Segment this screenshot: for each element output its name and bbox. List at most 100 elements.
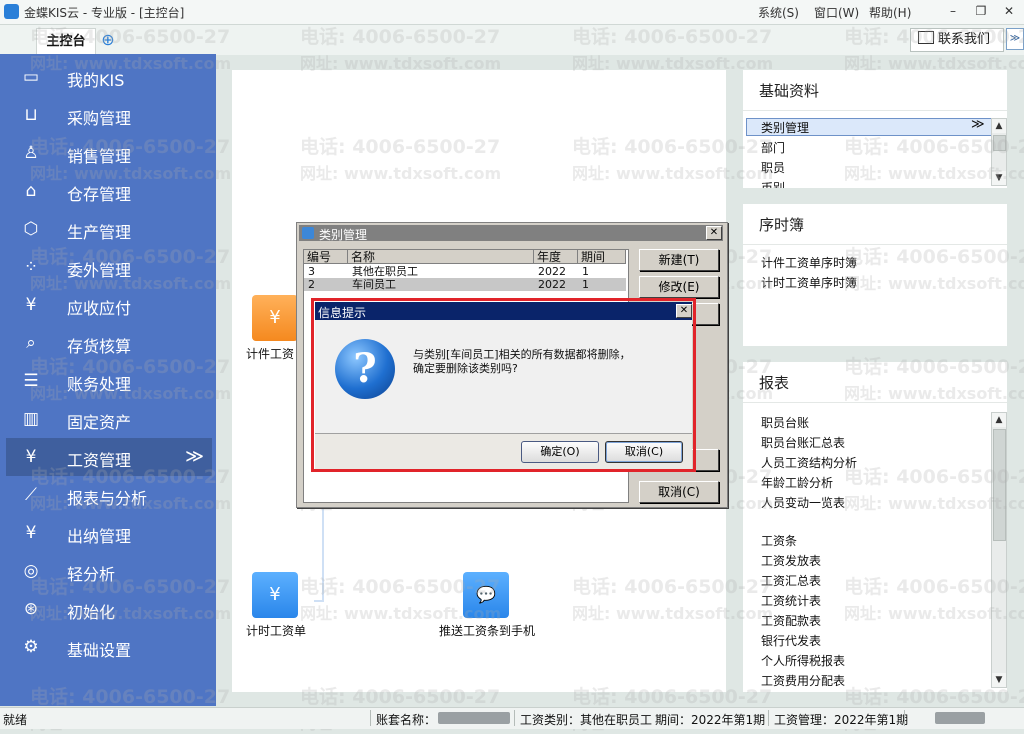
scroll-thumb[interactable] <box>993 135 1006 151</box>
order-item-piece[interactable]: 计件工资单序时簿 <box>761 254 857 271</box>
basic-item-staff[interactable]: 职员 <box>761 159 785 176</box>
sidebar-item-label: 报表与分析 <box>67 489 148 508</box>
sidebar-item[interactable]: ¥ 出纳管理 <box>6 514 212 552</box>
report-item[interactable]: 工资发放表 <box>761 552 821 569</box>
sidebar-item[interactable]: ¥ 应收应付 <box>6 286 212 324</box>
menu-window[interactable]: 窗口(W) <box>814 4 859 21</box>
minimize-button[interactable]: – <box>944 3 962 19</box>
flow-connector <box>314 600 324 602</box>
report-item[interactable]: 职员台账 <box>761 414 809 431</box>
sidebar-item-label: 存货核算 <box>67 337 132 356</box>
status-separator <box>514 710 515 726</box>
panel-divider <box>743 244 1007 245</box>
sidebar-item[interactable]: ⊔ 采购管理 <box>6 96 212 134</box>
sidebar-item-label: 委外管理 <box>67 261 132 280</box>
sidebar-item[interactable]: ⁘ 委外管理 <box>6 248 212 286</box>
edit-button[interactable]: 修改(E) <box>639 276 719 298</box>
sidebar-item-label: 出纳管理 <box>67 527 132 546</box>
sidebar-item[interactable]: ¥ 工资管理 ≫ <box>6 438 212 476</box>
settings-gear-icon: ⚙ <box>23 637 39 657</box>
sidebar-item[interactable]: ▥ 固定资产 <box>6 400 212 438</box>
salary-icon: ¥ <box>25 447 37 467</box>
contact-us-button[interactable]: 联系我们 <box>910 28 1004 52</box>
push-mobile-icon[interactable]: 💬 <box>463 572 509 618</box>
report-item[interactable]: 人员工资结构分析 <box>761 454 857 471</box>
sidebar-item[interactable]: ◎ 轻分析 <box>6 552 212 590</box>
tab-main-console[interactable]: 主控台 <box>36 28 96 55</box>
close-icon[interactable]: ✕ <box>706 226 722 240</box>
col-header-period[interactable]: 期间 <box>578 250 626 264</box>
report-item[interactable]: 年龄工龄分析 <box>761 474 833 491</box>
category-dialog-title: 类别管理 <box>319 228 368 242</box>
sidebar-item[interactable]: ⚙ 基础设置 <box>6 628 212 666</box>
sidebar-item[interactable]: ▭ 我的KIS <box>6 58 212 96</box>
scroll-down-icon[interactable]: ▼ <box>992 171 1006 185</box>
sidebar-item[interactable]: ⌕ 存货核算 <box>6 324 212 362</box>
building-icon: ▥ <box>22 409 40 429</box>
tab-row: 主控台 ⊕ 联系我们 <box>0 25 1024 55</box>
basic-item-currency[interactable]: 币别 <box>761 179 881 188</box>
report-item[interactable]: 人员变动一览表 <box>761 494 845 511</box>
basic-scrollbar[interactable]: ▲ ▼ <box>991 118 1007 186</box>
status-bar: 就绪 账套名称： 工资类别：其他在职员工 期间：2022年第1期 工资管理：20… <box>0 707 1024 729</box>
basic-item-category[interactable]: 类别管理 <box>761 119 809 136</box>
cancel-button[interactable]: 取消(C) <box>605 441 683 463</box>
time-wage-icon[interactable]: ¥ <box>252 572 298 618</box>
reports-title: 报表 <box>759 374 790 392</box>
status-separator <box>904 710 905 726</box>
piece-wage-label[interactable]: 计件工资 <box>246 345 294 362</box>
report-item[interactable]: 个人所得税报表 <box>761 652 845 669</box>
sidebar-item[interactable]: ♙ 销售管理 <box>6 134 212 172</box>
cell-period: 1 <box>582 265 589 278</box>
users-icon: ♙ <box>23 143 39 163</box>
sidebar-item[interactable]: ⊛ 初始化 <box>6 590 212 628</box>
sidebar-item[interactable]: ⌂ 仓存管理 <box>6 172 212 210</box>
report-item[interactable]: 职员台账汇总表 <box>761 434 845 451</box>
basic-item-department[interactable]: 部门 <box>761 139 785 156</box>
info-message-line2: 确定要删除该类别吗? <box>413 362 518 375</box>
cell-period: 1 <box>582 278 589 291</box>
collapse-panel-button[interactable]: ≫ <box>1006 28 1024 50</box>
table-row[interactable]: 2 车间员工 2022 1 <box>304 278 626 291</box>
basic-data-title: 基础资料 <box>759 82 820 100</box>
add-tab-icon[interactable]: ⊕ <box>100 32 116 48</box>
menu-system[interactable]: 系统(S) <box>758 4 799 21</box>
sidebar-item[interactable]: ⟋ 报表与分析 <box>6 476 212 514</box>
new-button[interactable]: 新建(T) <box>639 249 719 271</box>
reports-scrollbar[interactable]: ▲ ▼ <box>991 412 1007 688</box>
sidebar-item[interactable]: ⬡ 生产管理 <box>6 210 212 248</box>
close-button[interactable]: ✕ <box>1000 3 1018 19</box>
sidebar-item[interactable]: ☰ 账务处理 <box>6 362 212 400</box>
sidebar-item-label: 账务处理 <box>67 375 132 394</box>
report-item[interactable]: 工资配款表 <box>761 612 821 629</box>
close-icon[interactable]: ✕ <box>676 304 692 318</box>
col-header-id[interactable]: 编号 <box>304 250 348 264</box>
sidebar-item-label: 固定资产 <box>67 413 132 432</box>
order-book-title: 序时簿 <box>759 216 805 234</box>
ok-button[interactable]: 确定(O) <box>521 441 599 463</box>
report-item[interactable]: 银行代发表 <box>761 632 821 649</box>
scroll-up-icon[interactable]: ▲ <box>992 119 1006 133</box>
col-header-name[interactable]: 名称 <box>348 250 534 264</box>
search-house-icon: ⌕ <box>26 333 36 353</box>
report-item[interactable]: 工资汇总表 <box>761 572 821 589</box>
menu-help[interactable]: 帮助(H) <box>869 4 911 21</box>
chevron-right-icon[interactable]: ≫ <box>971 117 985 132</box>
report-item[interactable]: 工资条 <box>761 532 797 549</box>
order-item-time[interactable]: 计时工资单序时簿 <box>761 274 857 291</box>
col-header-year[interactable]: 年度 <box>534 250 578 264</box>
push-mobile-label[interactable]: 推送工资条到手机 <box>439 622 535 639</box>
report-item[interactable]: 工资统计表 <box>761 592 821 609</box>
report-item[interactable]: 工资费用分配表 <box>761 672 845 689</box>
chart-icon: ⟋ <box>25 485 37 505</box>
scroll-up-icon[interactable]: ▲ <box>992 413 1006 427</box>
piece-wage-icon[interactable]: ¥ <box>252 295 298 341</box>
scroll-thumb[interactable] <box>993 429 1006 541</box>
table-row[interactable]: 3 其他在职员工 2022 1 <box>304 265 626 278</box>
restore-button[interactable]: ❐ <box>972 3 990 19</box>
chevron-right-icon: ≫ <box>185 446 204 467</box>
cart-icon: ⊔ <box>24 105 38 125</box>
cancel-button[interactable]: 取消(C) <box>639 481 719 503</box>
scroll-down-icon[interactable]: ▼ <box>992 673 1006 687</box>
time-wage-label[interactable]: 计时工资单 <box>246 622 306 639</box>
